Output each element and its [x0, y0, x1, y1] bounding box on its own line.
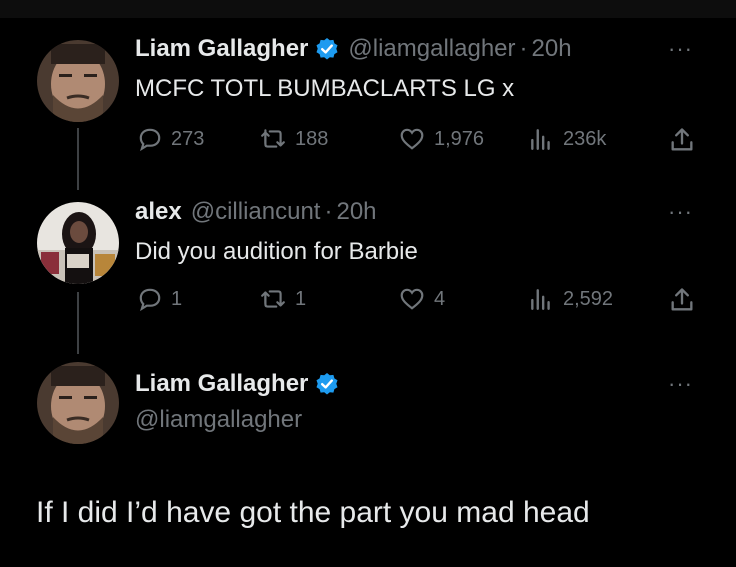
views-button[interactable]: 236k — [527, 126, 606, 152]
reply-icon — [139, 128, 161, 152]
heart-icon — [400, 288, 424, 310]
tweet-text: Did you audition for Barbie — [135, 238, 418, 265]
share-icon — [671, 288, 693, 311]
handle[interactable]: @cilliancunt — [191, 198, 321, 226]
reply-button[interactable]: 273 — [137, 126, 204, 152]
retweet-button[interactable]: 188 — [259, 126, 328, 152]
more-options-icon[interactable]: ··· — [668, 36, 693, 62]
separator-dot: · — [519, 35, 528, 62]
retweet-count: 1 — [295, 287, 307, 310]
like-count: 1,976 — [434, 127, 485, 150]
verified-badge-icon — [315, 372, 339, 396]
handle[interactable]: @liamgallagher — [135, 406, 302, 434]
more-options-icon[interactable]: ··· — [668, 199, 693, 225]
retweet-icon — [261, 290, 285, 308]
views-count: 236k — [563, 127, 607, 150]
views-button[interactable]: 2,592 — [527, 286, 613, 312]
views-chart-icon — [531, 129, 550, 150]
like-button[interactable]: 1,976 — [398, 126, 484, 152]
display-name[interactable]: alex — [135, 198, 182, 226]
tweet-text: If I did I’d have got the part you mad h… — [36, 496, 590, 529]
avatar-liam[interactable] — [37, 362, 119, 444]
top-bar — [0, 0, 736, 18]
like-button[interactable]: 4 — [398, 286, 445, 312]
views-chart-icon — [531, 289, 550, 310]
timestamp[interactable]: 20h — [532, 35, 572, 63]
tweet-header: Liam Gallagher @liamgallagher · 20h — [135, 35, 572, 63]
reply-button[interactable]: 1 — [137, 286, 182, 312]
display-name[interactable]: Liam Gallagher — [135, 370, 308, 398]
display-name[interactable]: Liam Gallagher — [135, 35, 308, 63]
thread-line — [77, 292, 79, 354]
avatar-liam[interactable] — [37, 40, 119, 122]
views-count: 2,592 — [563, 287, 614, 310]
separator-dot: · — [324, 198, 333, 225]
retweet-count: 188 — [295, 127, 329, 150]
reply-count: 273 — [171, 127, 205, 150]
tweet-header: Liam Gallagher — [135, 370, 339, 398]
reply-count: 1 — [171, 287, 183, 310]
tweet-text: MCFC TOTL BUMBACLARTS LG x — [135, 75, 515, 102]
thread-line — [77, 128, 79, 190]
share-button[interactable] — [668, 286, 696, 314]
retweet-icon — [261, 129, 285, 148]
heart-icon — [400, 128, 424, 150]
verified-badge-icon — [315, 37, 339, 61]
reply-icon — [139, 288, 161, 312]
avatar-alex[interactable] — [37, 202, 119, 284]
more-options-icon[interactable]: ··· — [668, 371, 693, 397]
handle[interactable]: @liamgallagher — [348, 35, 515, 63]
like-count: 4 — [434, 287, 446, 310]
tweet-header: alex @cilliancunt · 20h — [135, 198, 377, 226]
share-icon — [671, 128, 693, 151]
share-button[interactable] — [668, 126, 696, 154]
timestamp[interactable]: 20h — [336, 198, 376, 226]
retweet-button[interactable]: 1 — [259, 286, 306, 312]
